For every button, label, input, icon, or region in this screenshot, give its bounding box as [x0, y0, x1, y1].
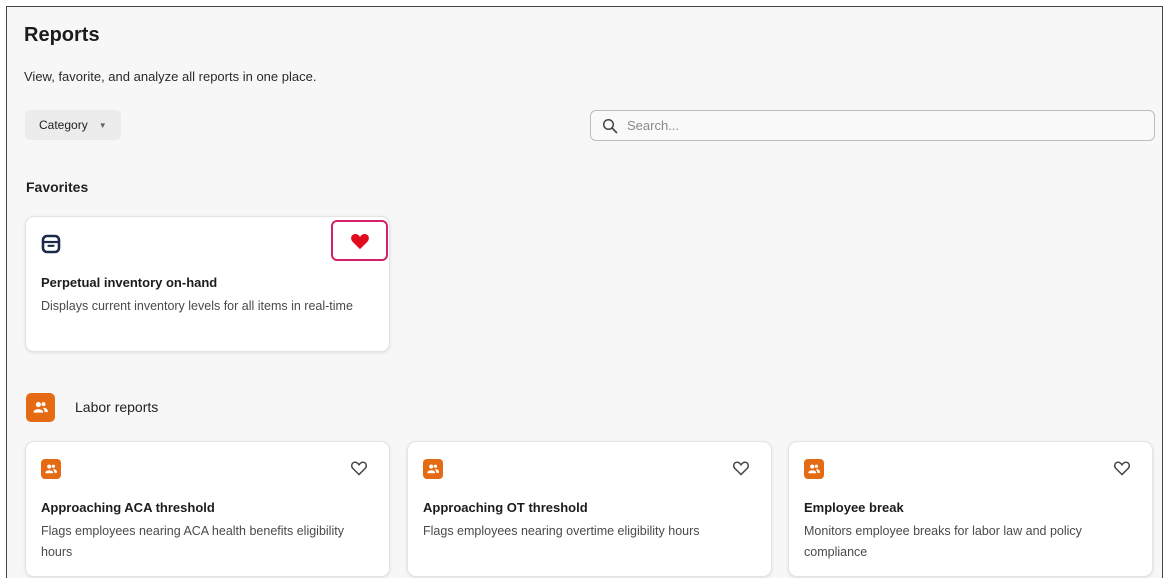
- favorite-toggle-button[interactable]: [1107, 453, 1137, 483]
- card-title: Approaching OT threshold: [423, 500, 588, 515]
- favorite-toggle-button[interactable]: [331, 220, 388, 261]
- heart-outline-icon: [1113, 461, 1131, 476]
- people-icon: [804, 459, 824, 479]
- search-box[interactable]: [590, 110, 1155, 141]
- report-card-ot-threshold[interactable]: Approaching OT threshold Flags employees…: [407, 441, 772, 577]
- category-filter-label: Category: [39, 118, 88, 132]
- labor-reports-heading: Labor reports: [75, 399, 159, 415]
- search-input[interactable]: [627, 118, 1127, 133]
- heart-outline-icon: [732, 461, 750, 476]
- page-subtitle: View, favorite, and analyze all reports …: [24, 69, 317, 84]
- card-description: Displays current inventory levels for al…: [41, 299, 353, 313]
- search-icon: [602, 118, 618, 133]
- heart-outline-icon: [350, 461, 368, 476]
- report-card-employee-break[interactable]: Employee break Monitors employee breaks …: [788, 441, 1153, 577]
- category-filter-button[interactable]: Category ▼: [25, 110, 121, 140]
- card-title: Employee break: [804, 500, 904, 515]
- chevron-down-icon: ▼: [98, 120, 107, 130]
- card-title: Approaching ACA threshold: [41, 500, 215, 515]
- report-card-aca-threshold[interactable]: Approaching ACA threshold Flags employee…: [25, 441, 390, 577]
- favorite-toggle-button[interactable]: [344, 453, 374, 483]
- card-description: Flags employees nearing ACA health benef…: [41, 524, 344, 559]
- page-title: Reports: [24, 24, 100, 46]
- people-icon: [423, 459, 443, 479]
- people-icon: [41, 459, 61, 479]
- card-description: Monitors employee breaks for labor law a…: [804, 524, 1082, 559]
- card-title: Perpetual inventory on-hand: [41, 275, 218, 290]
- report-card-perpetual-inventory[interactable]: Perpetual inventory on-hand Displays cur…: [25, 216, 390, 352]
- heart-filled-icon: [350, 233, 369, 249]
- favorites-heading: Favorites: [26, 179, 89, 195]
- reports-page: Reports View, favorite, and analyze all …: [6, 6, 1163, 578]
- favorite-toggle-button[interactable]: [726, 453, 756, 483]
- people-icon: [26, 393, 55, 422]
- inventory-box-icon: [41, 234, 61, 254]
- card-description: Flags employees nearing overtime eligibi…: [423, 524, 700, 538]
